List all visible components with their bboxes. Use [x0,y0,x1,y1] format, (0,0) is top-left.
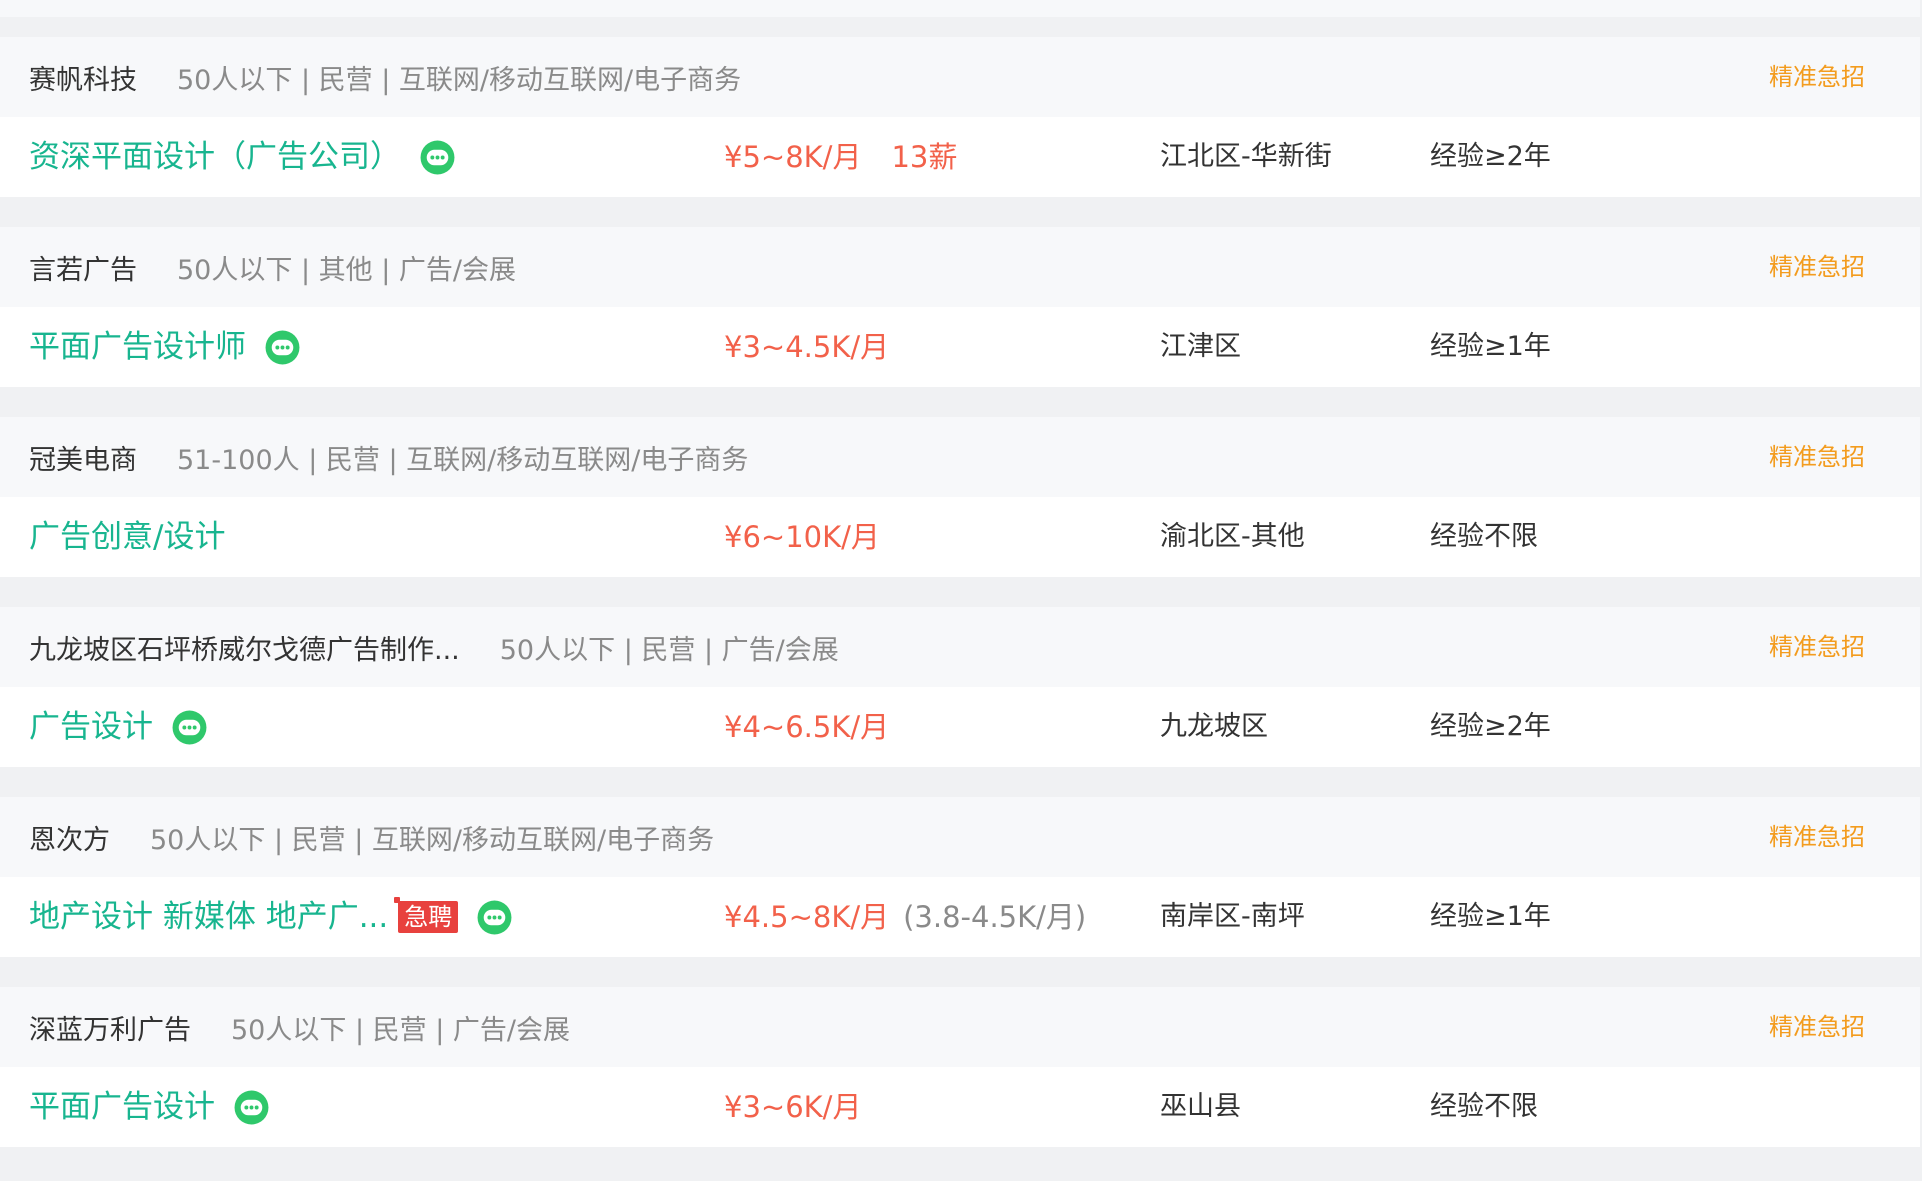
job-list: 赛帆科技 50人以下 | 民营 | 互联网/移动互联网/电子商务 精准急招 资深… [0,37,1920,1177]
experience-requirement: 经验≥1年 [1430,331,1551,362]
experience-requirement: 经验不限 [1430,521,1538,552]
job-row[interactable]: 广告创意/设计 ¥6~10K/月 渝北区-其他 经验不限 [0,497,1920,577]
job-card[interactable]: 恩次方 50人以下 | 民营 | 互联网/移动互联网/电子商务 精准急招 地产设… [0,797,1920,957]
salary: ¥4~6.5K/月 [724,687,889,767]
experience-requirement: 经验不限 [1430,1091,1538,1122]
job-title-group[interactable]: 广告创意/设计 [29,497,225,577]
job-location: 九龙坡区 [1160,711,1268,742]
company-row[interactable]: 深蓝万利广告 50人以下 | 民营 | 广告/会展 精准急招 [0,987,1920,1067]
chat-bubble-icon[interactable] [171,709,208,746]
salary: ¥3~6K/月 [724,1067,861,1147]
job-title-group[interactable]: 平面广告设计师 [29,307,301,387]
company-row[interactable]: 九龙坡区石坪桥威尔戈德广告制作... 50人以下 | 民营 | 广告/会展 精准… [0,607,1920,687]
company-name[interactable]: 言若广告 [29,248,137,287]
job-title[interactable]: 广告创意/设计 [29,497,225,577]
job-list-page: 赛帆科技 50人以下 | 民营 | 互联网/移动互联网/电子商务 精准急招 资深… [0,0,1922,1181]
experience-requirement: 经验≥1年 [1430,901,1551,932]
urgent-hire-tag: 精准急招 [1769,443,1865,471]
job-title-group[interactable]: 广告设计 [29,687,208,767]
company-info: 50人以下 | 民营 | 互联网/移动互联网/电子商务 [150,824,715,856]
company-row[interactable]: 言若广告 50人以下 | 其他 | 广告/会展 精准急招 [0,227,1920,307]
company-name[interactable]: 赛帆科技 [29,58,137,97]
chat-bubble-icon[interactable] [419,139,456,176]
job-location: 巫山县 [1160,1091,1241,1122]
job-location: 江津区 [1160,331,1241,362]
job-card[interactable]: 深蓝万利广告 50人以下 | 民营 | 广告/会展 精准急招 平面广告设计 ¥3… [0,987,1920,1147]
salary-secondary-range: (3.8-4.5K/月) [903,900,1087,934]
job-card[interactable]: 赛帆科技 50人以下 | 民营 | 互联网/移动互联网/电子商务 精准急招 资深… [0,37,1920,197]
job-row[interactable]: 平面广告设计师 ¥3~4.5K/月 江津区 经验≥1年 [0,307,1920,387]
company-name[interactable]: 深蓝万利广告 [29,1008,191,1047]
experience-requirement: 经验≥2年 [1430,141,1551,172]
salary-range: ¥3~6K/月 [724,1090,862,1124]
company-info: 50人以下 | 民营 | 广告/会展 [231,1014,570,1046]
urgent-badge: 急聘 [394,897,459,933]
job-row[interactable]: 广告设计 ¥4~6.5K/月 九龙坡区 经验≥2年 [0,687,1920,767]
salary: ¥3~4.5K/月 [724,307,889,387]
job-title[interactable]: 平面广告设计 [29,1067,215,1147]
chat-bubble-icon[interactable] [476,899,513,936]
company-name[interactable]: 九龙坡区石坪桥威尔戈德广告制作... [29,628,460,667]
company-name[interactable]: 冠美电商 [29,438,137,477]
job-location: 江北区-华新街 [1160,141,1332,172]
salary-months: 13薪 [891,140,958,174]
urgent-hire-tag: 精准急招 [1769,1013,1865,1041]
job-card[interactable]: 言若广告 50人以下 | 其他 | 广告/会展 精准急招 平面广告设计师 ¥3~… [0,227,1920,387]
job-title[interactable]: 地产设计 新媒体 地产广... [29,877,388,957]
urgent-hire-tag: 精准急招 [1769,63,1865,91]
job-title[interactable]: 平面广告设计师 [29,307,246,387]
salary-range: ¥4~6.5K/月 [724,710,890,744]
job-card[interactable]: 冠美电商 51-100人 | 民营 | 互联网/移动互联网/电子商务 精准急招 … [0,417,1920,577]
experience-requirement: 经验≥2年 [1430,711,1551,742]
company-name[interactable]: 恩次方 [29,818,110,857]
company-row[interactable]: 冠美电商 51-100人 | 民营 | 互联网/移动互联网/电子商务 精准急招 [0,417,1920,497]
salary-range: ¥3~4.5K/月 [724,330,890,364]
company-row[interactable]: 恩次方 50人以下 | 民营 | 互联网/移动互联网/电子商务 精准急招 [0,797,1920,877]
job-title-group[interactable]: 平面广告设计 [29,1067,270,1147]
job-location: 南岸区-南坪 [1160,901,1305,932]
chat-bubble-icon[interactable] [233,1089,270,1126]
company-info: 50人以下 | 民营 | 互联网/移动互联网/电子商务 [177,64,742,96]
chat-bubble-icon[interactable] [264,329,301,366]
company-row[interactable]: 赛帆科技 50人以下 | 民营 | 互联网/移动互联网/电子商务 精准急招 [0,37,1920,117]
job-title-group[interactable]: 地产设计 新媒体 地产广... 急聘 [29,877,513,957]
company-info: 50人以下 | 民营 | 广告/会展 [499,634,839,666]
job-row[interactable]: 资深平面设计（广告公司） ¥5~8K/月 13薪 江北区-华新街 经验≥2年 [0,117,1920,197]
job-location: 渝北区-其他 [1160,521,1305,552]
job-row[interactable]: 平面广告设计 ¥3~6K/月 巫山县 经验不限 [0,1067,1920,1147]
company-info: 50人以下 | 其他 | 广告/会展 [177,254,516,286]
salary-range: ¥5~8K/月 [724,140,862,174]
job-title[interactable]: 广告设计 [29,687,153,767]
salary-range: ¥4.5~8K/月 [724,900,890,934]
salary: ¥6~10K/月 [724,497,880,577]
urgent-hire-tag: 精准急招 [1769,253,1865,281]
salary: ¥4.5~8K/月 (3.8-4.5K/月) [724,877,1086,957]
urgent-hire-tag: 精准急招 [1769,823,1865,851]
job-title-group[interactable]: 资深平面设计（广告公司） [29,117,456,197]
job-row[interactable]: 地产设计 新媒体 地产广... 急聘 ¥4.5~8K/月 (3.8-4.5K/月)… [0,877,1920,957]
job-card[interactable]: 九龙坡区石坪桥威尔戈德广告制作... 50人以下 | 民营 | 广告/会展 精准… [0,607,1920,767]
job-title[interactable]: 资深平面设计（广告公司） [29,117,401,197]
previous-card-strip [0,0,1920,17]
urgent-hire-tag: 精准急招 [1769,633,1865,661]
salary: ¥5~8K/月 13薪 [724,117,957,197]
salary-range: ¥6~10K/月 [724,520,880,554]
company-info: 51-100人 | 民营 | 互联网/移动互联网/电子商务 [177,444,749,476]
